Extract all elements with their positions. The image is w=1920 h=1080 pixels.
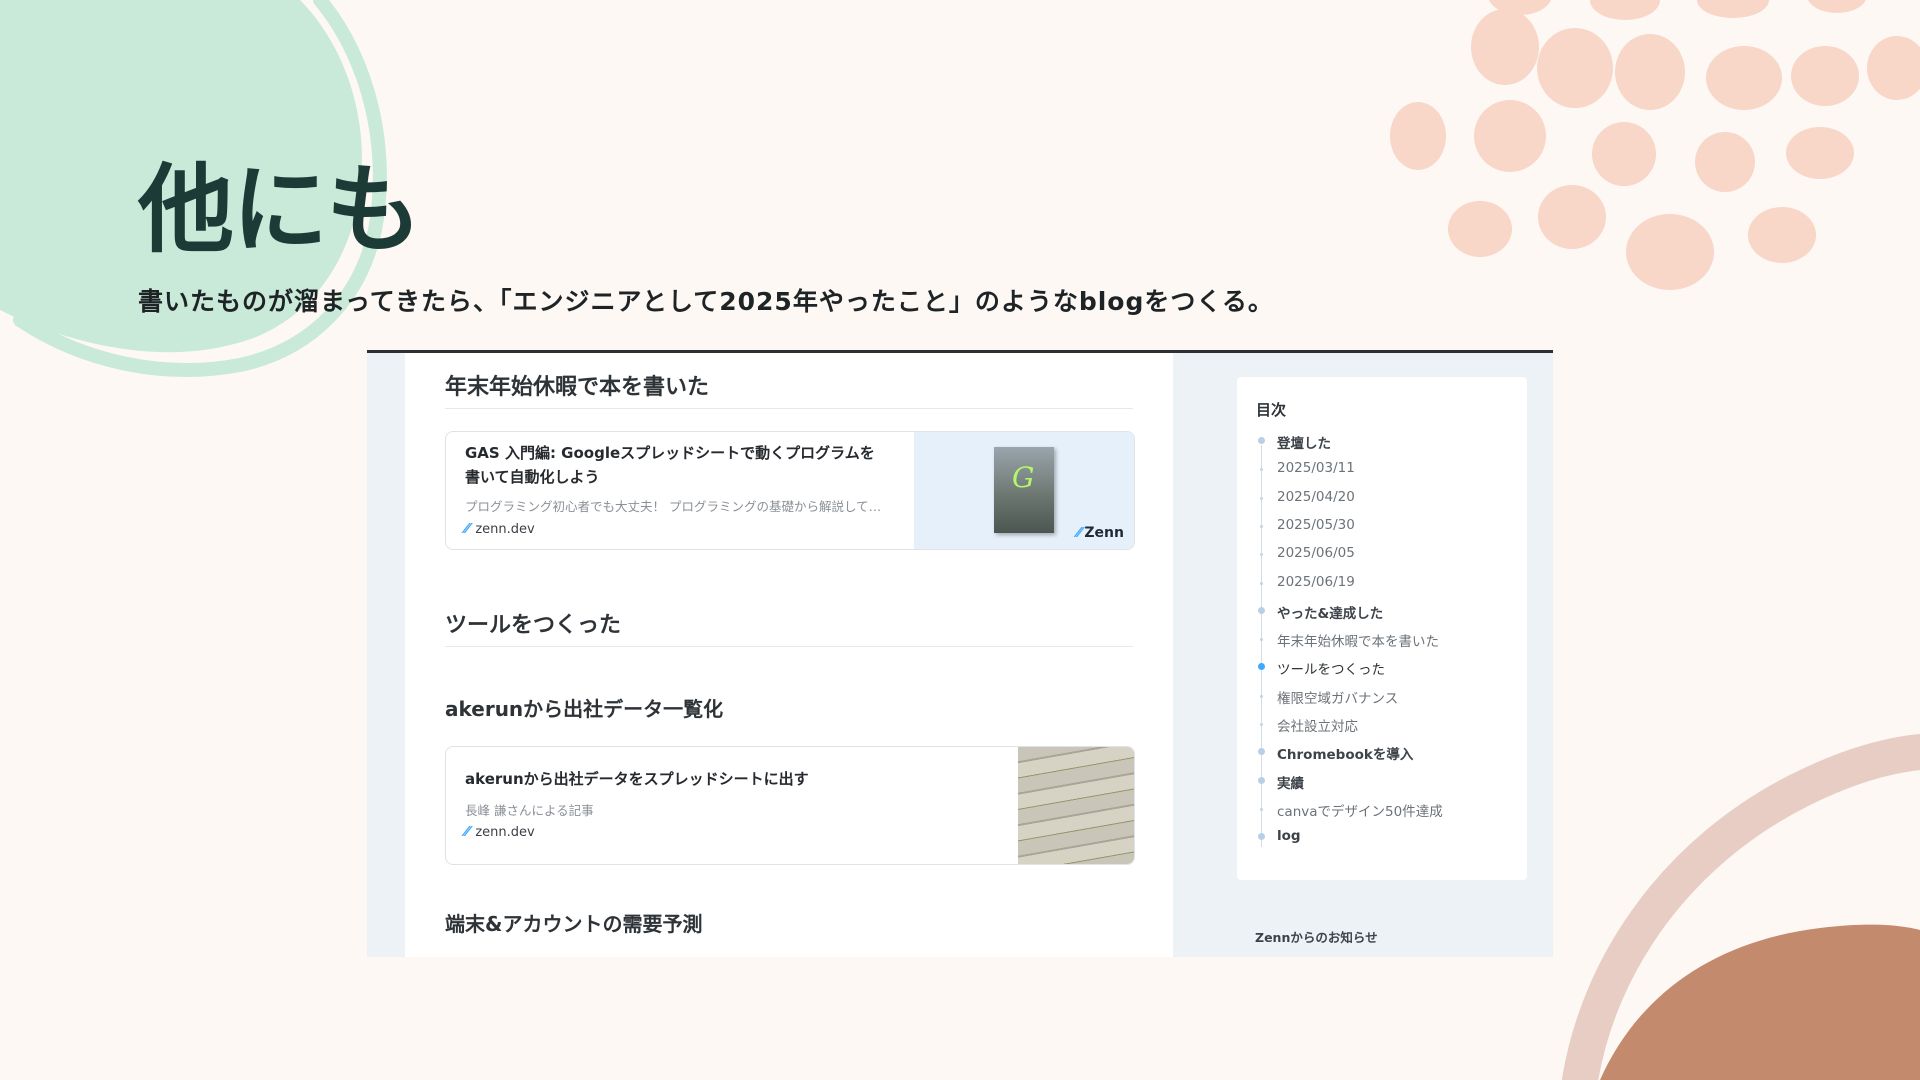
toc-item[interactable]: 年末年始休暇で本を書いた (1260, 630, 1439, 651)
toc-dot-icon (1260, 496, 1263, 500)
card-domain-text: zenn.dev (475, 522, 535, 537)
toc-item[interactable]: やった&達成した (1258, 602, 1384, 622)
toc-dot-icon (1258, 748, 1265, 756)
toc-item-label: 2025/06/05 (1277, 545, 1355, 562)
toc-item-label: canvaでデザイン50件達成 (1277, 803, 1443, 820)
toc-item[interactable]: 2025/04/20 (1260, 488, 1355, 505)
article-sidebar: 目次 登壇した 2025/03/11 2025/04/20 2025/05/30 202… (1205, 353, 1553, 957)
toc-track (1261, 445, 1262, 847)
section-heading-forecast: 端末&アカウントの需要予測 (445, 912, 703, 936)
card-domain: ⁄⁄ zenn.dev (465, 522, 535, 537)
card-title-line2: 書いて自動化しよう (465, 468, 600, 486)
link-card-akerun[interactable]: akerunから出社データをスプレッドシートに出す 長峰 謙さんによる記事 ⁄⁄… (445, 746, 1135, 865)
toc-item-label: log (1277, 828, 1301, 845)
slide-subtitle: 書いたものが溜まってきたら、「エンジニアとして2025年やったこと」のようなbl… (138, 287, 1274, 316)
slide-title: 他にも (138, 154, 422, 266)
toc-dot-icon (1260, 553, 1263, 557)
toc-item[interactable]: ツールをつくった (1258, 658, 1385, 679)
zenn-news-label: Zennからのお知らせ (1255, 930, 1378, 945)
toc-item-label: ツールをつくった (1277, 662, 1385, 679)
toc-item-label: 2025/03/11 (1277, 460, 1355, 477)
heading-divider (445, 408, 1133, 409)
section-heading-book: 年末年始休暇で本を書いた (445, 375, 710, 400)
card-title: akerunから出社データをスプレッドシートに出す (465, 770, 809, 788)
zenn-logo-icon: ⁄⁄ (1077, 525, 1082, 541)
toc-dot-icon (1258, 606, 1265, 614)
toc-dot-icon (1258, 776, 1265, 784)
toc-item-label: 権限空域ガバナンス (1277, 690, 1399, 707)
toc-item[interactable]: Chromebookを導入 (1258, 743, 1414, 764)
toc-item[interactable]: 2025/03/11 (1260, 460, 1355, 477)
toc-dot-icon (1260, 723, 1263, 726)
table-of-contents: 目次 登壇した 2025/03/11 2025/04/20 2025/05/30 202… (1237, 377, 1527, 880)
book-cover-image: G (994, 447, 1054, 533)
toc-title: 目次 (1256, 401, 1287, 419)
toc-item[interactable]: 2025/06/05 (1260, 545, 1355, 562)
toc-item[interactable]: 登壇した (1258, 432, 1331, 452)
zenn-brand-label: ⁄⁄ Zenn (1077, 525, 1124, 541)
zenn-logo-icon: ⁄⁄ (465, 522, 470, 537)
toc-dot-icon (1260, 581, 1263, 585)
subsection-heading-akerun: akerunから出社データ一覧化 (445, 697, 724, 721)
toc-item[interactable]: 会社設立対応 (1260, 715, 1358, 735)
toc-item-label: Chromebookを導入 (1277, 747, 1414, 764)
toc-item[interactable]: log (1258, 828, 1301, 845)
card-title-line1: GAS 入門編: Googleスプレッドシートで動くプログラムを (465, 444, 875, 462)
toc-item[interactable]: 権限空域ガバナンス (1260, 687, 1399, 707)
toc-dot-icon (1260, 638, 1263, 642)
toc-item-label: 会社設立対応 (1277, 719, 1358, 735)
card-description: 長峰 謙さんによる記事 (465, 803, 594, 818)
book-cover-letter: G (1012, 461, 1035, 494)
zenn-brand-text: Zenn (1084, 525, 1124, 541)
section-heading-tools: ツールをつくった (445, 613, 622, 638)
toc-item-label: やった&達成した (1277, 605, 1384, 622)
card-domain-text: zenn.dev (475, 825, 535, 840)
toc-item-label: 2025/06/19 (1277, 573, 1355, 590)
toc-item-label: 2025/04/20 (1277, 488, 1355, 505)
toc-dot-icon (1260, 807, 1263, 811)
card-domain: ⁄⁄ zenn.dev (465, 825, 535, 840)
article-body: 年末年始休暇で本を書いた GAS 入門編: Googleスプレッドシートで動くプ… (405, 353, 1173, 957)
toc-item[interactable]: 実績 (1258, 772, 1304, 792)
zenn-article-screenshot: 年末年始休暇で本を書いた GAS 入門編: Googleスプレッドシートで動くプ… (367, 350, 1553, 957)
peach-dots-decoration (1390, 0, 1920, 290)
toc-item-label: 2025/05/30 (1277, 516, 1355, 533)
toc-item[interactable]: 2025/05/30 (1260, 516, 1355, 533)
toc-item-label: 登壇した (1277, 436, 1331, 452)
zenn-logo-icon: ⁄⁄ (465, 825, 470, 840)
toc-item-label: 実績 (1277, 775, 1304, 792)
heading-divider (445, 646, 1133, 647)
toc-active-dot-icon (1258, 663, 1265, 671)
toc-dot-icon (1258, 437, 1265, 444)
toc-dot-icon (1258, 833, 1265, 841)
link-card-gas-book[interactable]: GAS 入門編: Googleスプレッドシートで動くプログラムを 書いて自動化し… (445, 431, 1135, 550)
toc-dot-icon (1260, 468, 1263, 472)
card-thumbnail: G ⁄⁄ Zenn (914, 432, 1134, 549)
toc-dot-icon (1260, 694, 1263, 698)
card-thumbnail-pavement (1018, 747, 1134, 864)
toc-dot-icon (1260, 524, 1263, 528)
toc-item[interactable]: canvaでデザイン50件達成 (1260, 800, 1443, 820)
toc-item[interactable]: 2025/06/19 (1260, 573, 1355, 590)
toc-item-label: 年末年始休暇で本を書いた (1277, 634, 1439, 651)
card-description: プログラミング初心者でも大丈夫！ プログラミングの基礎から解説して… (465, 499, 882, 514)
